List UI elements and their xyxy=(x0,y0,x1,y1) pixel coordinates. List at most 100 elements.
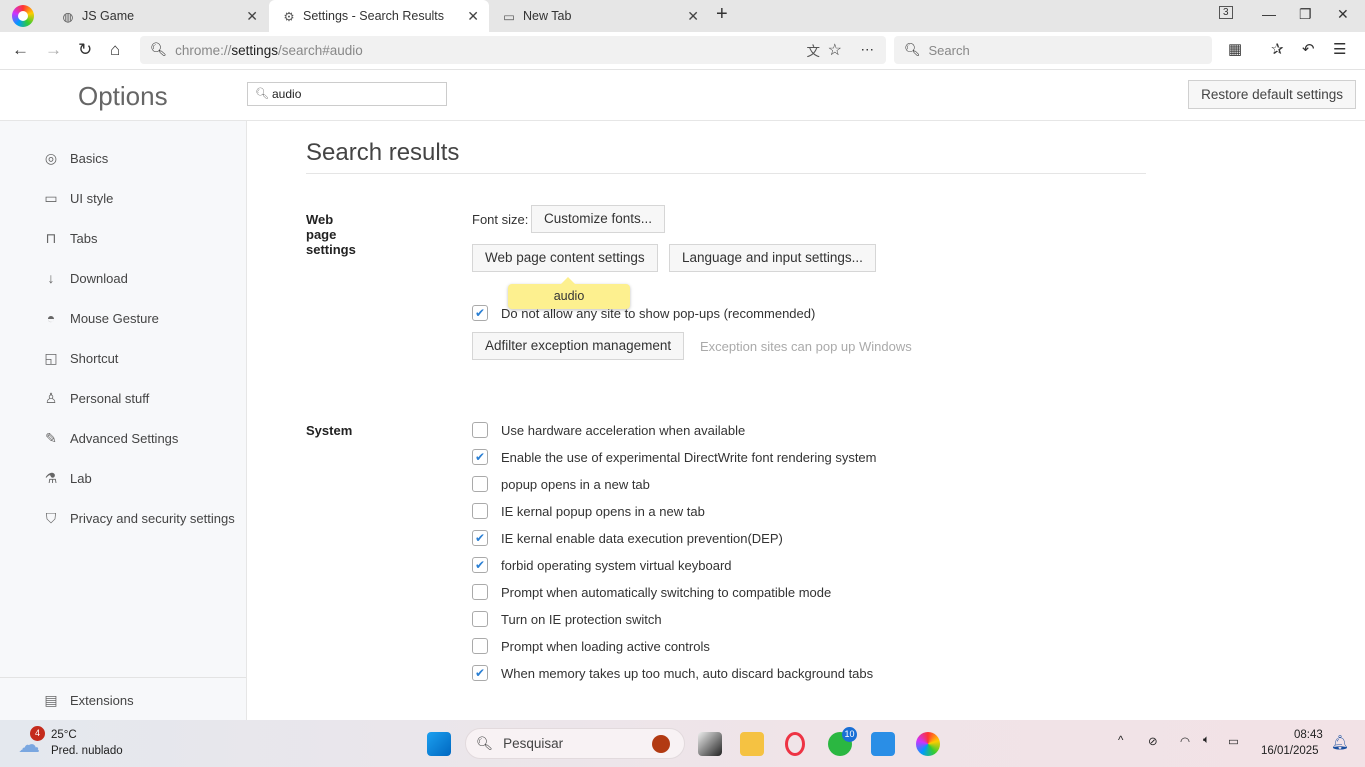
translate-icon[interactable]: 文 xyxy=(807,40,821,60)
file-explorer-icon[interactable] xyxy=(740,732,764,756)
notification-bell-icon[interactable]: 🔔︎ xyxy=(1331,734,1349,751)
browser-logo[interactable] xyxy=(12,5,34,27)
sidebar-item-ui-style[interactable]: ▭ UI style xyxy=(42,190,113,207)
home-button[interactable]: ⌂ xyxy=(110,40,120,60)
sidebar-item-label: Advanced Settings xyxy=(70,431,179,446)
system-option-checkbox[interactable]: popup opens in a new tab xyxy=(472,476,650,492)
shortcut-icon: ◱ xyxy=(44,350,58,366)
checkbox-unchecked[interactable] xyxy=(472,503,488,519)
favorites-icon[interactable]: ✰ xyxy=(1271,40,1284,58)
tab-js-game[interactable]: ◍ JS Game ✕ xyxy=(48,0,268,32)
checkbox-label: popup opens in a new tab xyxy=(501,476,650,492)
checkbox-unchecked[interactable] xyxy=(472,422,488,438)
search-box[interactable]: 🔍︎ Search xyxy=(894,36,1212,64)
tab-count-button[interactable]: 3 xyxy=(1219,6,1233,19)
sidebar-item-basics[interactable]: ◎ Basics xyxy=(42,150,108,167)
page-title: Options xyxy=(78,81,168,111)
options-header: Options 🔍︎ audio Restore default setting… xyxy=(0,70,1365,121)
address-bar[interactable]: 🔍︎ chrome://settings/search#audio 文 ☆ ⋯ xyxy=(140,36,886,64)
vscode-icon[interactable] xyxy=(871,732,895,756)
checkbox-unchecked[interactable] xyxy=(472,611,488,627)
checkbox-checked[interactable]: ✔ xyxy=(472,530,488,546)
tab-settings[interactable]: ⚙ Settings - Search Results ✕ xyxy=(269,0,489,32)
restore-defaults-button[interactable]: Restore default settings xyxy=(1188,80,1356,109)
taskbar-search[interactable]: 🔍︎ Pesquisar xyxy=(465,728,685,759)
system-option-checkbox[interactable]: Turn on IE protection switch xyxy=(472,611,662,627)
checkbox-checked[interactable]: ✔ xyxy=(472,665,488,681)
sidebar-item-lab[interactable]: ⚗ Lab xyxy=(42,470,92,487)
customize-fonts-button[interactable]: Customize fonts... xyxy=(531,205,666,233)
clock-date[interactable]: 16/01/2025 xyxy=(1261,745,1319,757)
system-option-checkbox[interactable]: IE kernal popup opens in a new tab xyxy=(472,503,705,519)
person-icon: ♙ xyxy=(44,390,58,406)
search-highlight-tooltip: audio xyxy=(508,277,630,309)
url-scheme: chrome:// xyxy=(175,42,232,58)
sidebar-item-shortcut[interactable]: ◱ Shortcut xyxy=(42,350,118,367)
search-icon: 🔍︎ xyxy=(255,88,269,100)
volume-icon[interactable]: 🔈︎ xyxy=(1203,734,1210,747)
apps-icon[interactable]: ▦ xyxy=(1228,40,1242,58)
checkbox-label: Use hardware acceleration when available xyxy=(501,422,746,438)
start-button[interactable] xyxy=(427,732,451,756)
taskbar-search-label: Pesquisar xyxy=(503,736,564,751)
web-content-settings-button[interactable]: Web page content settings xyxy=(472,244,658,272)
system-option-checkbox[interactable]: Use hardware acceleration when available xyxy=(472,422,745,438)
more-icon[interactable]: ⋯ xyxy=(861,42,875,58)
search-results-title: Search results xyxy=(306,139,1146,174)
checkbox-checked[interactable]: ✔ xyxy=(472,557,488,573)
menu-icon[interactable]: ☰ xyxy=(1333,40,1346,58)
back-button[interactable]: ← xyxy=(12,40,29,60)
language-input-settings-button[interactable]: Language and input settings... xyxy=(669,244,876,272)
sidebar-item-label: Extensions xyxy=(70,693,134,708)
clock-time[interactable]: 08:43 xyxy=(1294,729,1323,741)
wifi-icon[interactable]: ◠ xyxy=(1180,734,1190,748)
checkbox-unchecked[interactable] xyxy=(472,476,488,492)
font-size-label: Font size: xyxy=(472,212,529,227)
show-hidden-icons[interactable]: ^ xyxy=(1118,735,1123,747)
checkbox-unchecked[interactable] xyxy=(472,638,488,654)
sidebar-item-mouse-gesture[interactable]: ◓ Mouse Gesture xyxy=(42,310,159,326)
browser-taskbar-icon[interactable] xyxy=(916,732,940,756)
weather-desc: Pred. nublado xyxy=(51,745,123,757)
battery-icon[interactable]: ▭ xyxy=(1228,734,1239,748)
checkbox-checked[interactable]: ✔ xyxy=(472,305,488,321)
wrench-icon: ✎ xyxy=(45,430,57,446)
star-icon[interactable]: ☆ xyxy=(828,40,842,60)
sidebar-item-label: Tabs xyxy=(70,231,98,246)
url-path: /search#audio xyxy=(277,42,363,58)
task-view-icon[interactable] xyxy=(698,732,722,756)
download-icon: ↓ xyxy=(47,270,55,286)
new-tab-button[interactable]: + xyxy=(716,3,728,26)
sidebar-item-tabs[interactable]: ⊓ Tabs xyxy=(42,230,98,247)
settings-search-input[interactable]: 🔍︎ audio xyxy=(247,82,447,106)
sidebar-item-label: Privacy and security settings xyxy=(70,511,235,526)
close-window-button[interactable]: ✕ xyxy=(1337,6,1349,23)
system-option-checkbox[interactable]: ✔ IE kernal enable data execution prevent… xyxy=(472,530,783,546)
tab-new-tab[interactable]: ▭ New Tab ✕ xyxy=(489,0,709,32)
forward-button[interactable]: → xyxy=(45,40,62,60)
minimize-button[interactable]: — xyxy=(1262,6,1276,22)
sidebar-item-label: UI style xyxy=(70,191,114,206)
sidebar-item-privacy-and-security-settings[interactable]: ⛉ Privacy and security settings xyxy=(42,510,235,527)
sidebar-item-download[interactable]: ↓ Download xyxy=(42,270,128,286)
system-option-checkbox[interactable]: ✔ When memory takes up too much, auto dis… xyxy=(472,665,873,681)
close-tab-icon[interactable]: ✕ xyxy=(246,8,258,25)
opera-icon[interactable] xyxy=(785,732,805,756)
system-option-checkbox[interactable]: Prompt when loading active controls xyxy=(472,638,710,654)
adfilter-exception-button[interactable]: Adfilter exception management xyxy=(472,332,685,360)
checkbox-checked[interactable]: ✔ xyxy=(472,449,488,465)
maximize-button[interactable]: ❐ xyxy=(1299,6,1312,23)
undo-icon[interactable]: ↶ xyxy=(1302,40,1315,58)
close-tab-icon[interactable]: ✕ xyxy=(467,8,479,25)
system-option-checkbox[interactable]: ✔ Enable the use of experimental DirectWr… xyxy=(472,449,877,465)
url-host: settings xyxy=(231,42,278,58)
sidebar-item-extensions[interactable]: ▤ Extensions xyxy=(42,692,134,709)
network-off-icon[interactable]: ⊘ xyxy=(1148,734,1158,748)
checkbox-unchecked[interactable] xyxy=(472,584,488,600)
close-tab-icon[interactable]: ✕ xyxy=(687,8,699,25)
sidebar-item-personal-stuff[interactable]: ♙ Personal stuff xyxy=(42,390,150,407)
reload-button[interactable]: ↻ xyxy=(78,40,92,60)
system-option-checkbox[interactable]: Prompt when automatically switching to c… xyxy=(472,584,831,600)
system-option-checkbox[interactable]: ✔ forbid operating system virtual keyboar… xyxy=(472,557,732,573)
sidebar-item-advanced-settings[interactable]: ✎ Advanced Settings xyxy=(42,430,178,447)
